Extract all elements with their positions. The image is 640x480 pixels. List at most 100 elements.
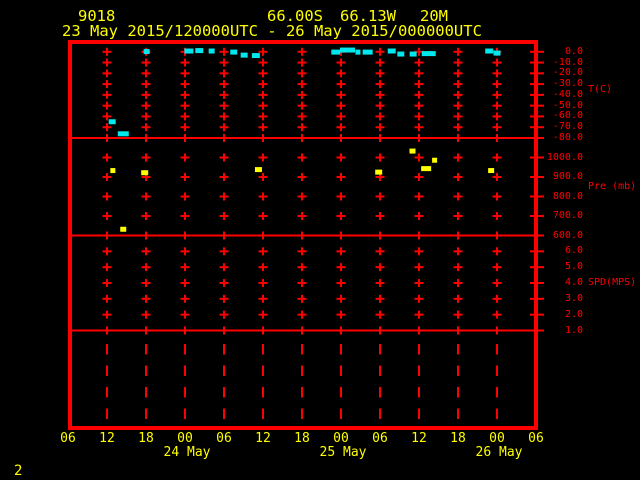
grid-dash: [496, 365, 498, 376]
grid-cross: [258, 195, 268, 198]
grid-dash: [379, 387, 381, 398]
grid-cross: [453, 215, 463, 217]
grid-cross: [336, 282, 346, 284]
temperature-mark: [331, 49, 341, 55]
grid-cross: [102, 176, 112, 178]
temperature-mark: [355, 49, 361, 55]
grid-cross: [297, 282, 307, 284]
grid-cross: [102, 195, 112, 198]
grid-cross: [375, 104, 385, 107]
y-axis-unit-label: Pre (mb): [588, 180, 637, 192]
grid-dash: [145, 387, 147, 398]
grid-cross: [453, 61, 463, 64]
grid-cross: [453, 104, 463, 107]
grid-cross: [336, 215, 346, 217]
pressure-mark: [375, 169, 383, 175]
grid-cross: [180, 72, 190, 75]
grid-cross: [336, 104, 346, 107]
x-tick-label: 06: [372, 431, 388, 446]
grid-cross: [336, 61, 346, 64]
grid-cross: [375, 61, 385, 64]
y-axis-unit-label: SPD(MPS): [588, 277, 637, 288]
temperature-mark: [421, 51, 436, 57]
y-tick-label: -30.0: [552, 78, 583, 90]
x-tick-label: 12: [255, 431, 271, 446]
grid-cross: [141, 83, 151, 86]
grid-cross: [297, 61, 307, 64]
temperature-mark: [184, 48, 194, 54]
x-tick-label: 00: [333, 431, 349, 446]
grid-cross: [375, 282, 385, 284]
grid-cross: [258, 93, 268, 96]
temperature-mark: [251, 53, 260, 59]
grid-cross: [219, 282, 229, 284]
grid-dash: [184, 387, 186, 398]
grid-dash: [340, 408, 342, 419]
grid-cross: [297, 215, 307, 217]
temperature-mark: [240, 52, 248, 58]
temperature-mark: [195, 48, 204, 54]
grid-cross: [102, 250, 112, 253]
grid-cross: [141, 250, 151, 253]
y-tick-label: -20.0: [552, 67, 583, 79]
grid-cross: [375, 72, 385, 75]
grid-cross: [141, 156, 151, 159]
grid-dash: [106, 344, 108, 355]
grid-dash: [106, 408, 108, 419]
x-tick-label: 18: [450, 431, 466, 446]
grid-cross: [219, 115, 229, 118]
grid-cross: [258, 83, 268, 86]
grid-dash: [262, 387, 264, 398]
grid-cross: [414, 83, 424, 86]
grid-cross: [180, 104, 190, 107]
temperature-mark: [397, 51, 405, 57]
pressure-mark: [120, 226, 127, 232]
x-tick-label: 06: [528, 431, 544, 446]
grid-dash: [301, 365, 303, 376]
grid-cross: [141, 215, 151, 217]
grid-cross: [414, 297, 424, 300]
grid-cross: [219, 266, 229, 269]
grid-cross: [414, 93, 424, 96]
grid-cross: [414, 126, 424, 129]
grid-cross: [453, 50, 463, 53]
grid-cross: [102, 104, 112, 107]
grid-cross: [180, 61, 190, 64]
grid-cross: [180, 215, 190, 217]
grid-cross: [180, 156, 190, 159]
grid-cross: [102, 297, 112, 300]
grid-cross: [258, 282, 268, 284]
grid-cross: [375, 115, 385, 118]
x-tick-label: 12: [411, 431, 427, 446]
grid-cross: [375, 250, 385, 253]
grid-cross: [297, 176, 307, 178]
grid-cross: [258, 156, 268, 159]
grid-cross: [102, 72, 112, 75]
pressure-mark: [409, 148, 416, 154]
panel-divider: [72, 137, 534, 139]
grid-cross: [336, 195, 346, 198]
y-tick-label: -70.0: [552, 121, 583, 133]
y-tick-label: 600.0: [552, 229, 583, 241]
grid-cross: [336, 83, 346, 86]
grid-cross: [102, 50, 112, 53]
grid-cross: [141, 104, 151, 107]
grid-cross: [219, 195, 229, 198]
grid-dash: [379, 344, 381, 355]
grid-cross: [180, 250, 190, 253]
grid-cross: [180, 126, 190, 129]
grid-cross: [375, 50, 385, 53]
grid-cross: [375, 156, 385, 159]
grid-cross: [297, 195, 307, 198]
pressure-mark: [254, 167, 262, 173]
grid-dash: [301, 408, 303, 419]
grid-dash: [184, 344, 186, 355]
grid-cross: [336, 126, 346, 129]
grid-dash: [340, 365, 342, 376]
grid-cross: [297, 115, 307, 118]
grid-cross: [258, 115, 268, 118]
temperature-mark: [340, 47, 355, 53]
grid-cross: [219, 72, 229, 75]
grid-cross: [336, 266, 346, 269]
grid-cross: [453, 93, 463, 96]
